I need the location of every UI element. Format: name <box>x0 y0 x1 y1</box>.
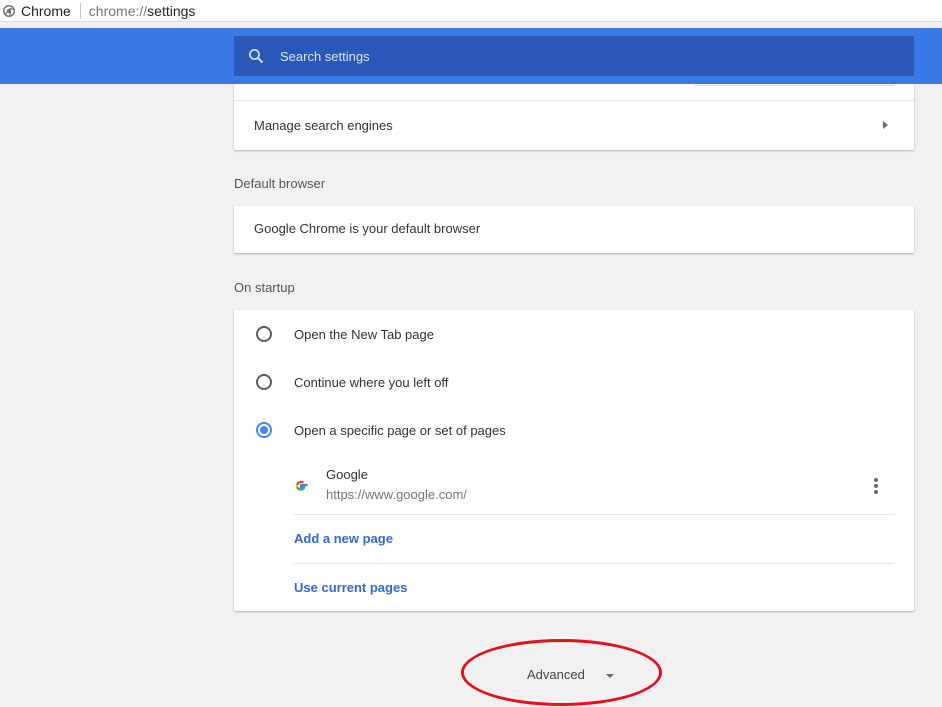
search-engine-card: Manage search engines <box>234 84 914 150</box>
chevron-right-icon <box>883 121 888 129</box>
radio-label: Open the New Tab page <box>294 326 434 342</box>
radio-button-checked[interactable] <box>256 422 272 438</box>
dropdown-remnant <box>694 85 894 87</box>
default-browser-card: Google Chrome is your default browser <box>234 206 914 253</box>
browser-chip-label: Chrome <box>21 2 71 19</box>
search-box[interactable] <box>234 36 914 76</box>
dot <box>874 490 878 494</box>
use-current-pages-link[interactable]: Use current pages <box>294 580 407 595</box>
advanced-button[interactable]: Advanced <box>527 667 585 682</box>
radio-button[interactable] <box>256 326 272 342</box>
radio-label: Open a specific page or set of pages <box>294 422 506 438</box>
startup-page-url: https://www.google.com/ <box>326 487 467 502</box>
dot <box>874 478 878 482</box>
radio-button[interactable] <box>256 374 272 390</box>
startup-page-entry: Google https://www.google.com/ <box>294 462 894 514</box>
divider <box>294 514 894 515</box>
url-text[interactable]: chrome://settings <box>89 3 196 19</box>
on-startup-title: On startup <box>234 280 295 295</box>
url-scheme: chrome:// <box>88 2 148 19</box>
search-input[interactable] <box>280 48 840 64</box>
more-vert-icon[interactable] <box>872 476 880 496</box>
address-bar[interactable]: Chrome chrome://settings <box>0 0 942 22</box>
address-separator <box>79 2 81 19</box>
caret-down-icon[interactable] <box>606 674 614 678</box>
radio-label: Continue where you left off <box>294 374 449 390</box>
radio-specific-pages[interactable]: Open a specific page or set of pages <box>234 413 914 447</box>
radio-new-tab[interactable]: Open the New Tab page <box>234 317 914 351</box>
default-browser-title: Default browser <box>234 176 326 191</box>
divider <box>294 563 894 564</box>
settings-header <box>0 28 942 84</box>
add-new-page-link[interactable]: Add a new page <box>294 531 393 546</box>
chrome-logo-icon <box>3 4 15 17</box>
manage-search-engines-row[interactable]: Manage search engines <box>234 101 914 150</box>
settings-page: Chrome chrome://settings Manage search e… <box>0 0 942 707</box>
default-browser-status: Google Chrome is your default browser <box>254 221 481 236</box>
manage-search-engines-label: Manage search engines <box>254 118 393 133</box>
search-icon <box>249 49 264 64</box>
google-g-icon <box>295 480 308 491</box>
url-path: settings <box>147 2 196 19</box>
startup-page-name: Google <box>326 467 368 482</box>
on-startup-card: Open the New Tab page Continue where you… <box>234 310 914 611</box>
radio-continue[interactable]: Continue where you left off <box>234 365 914 399</box>
dot <box>874 484 878 488</box>
